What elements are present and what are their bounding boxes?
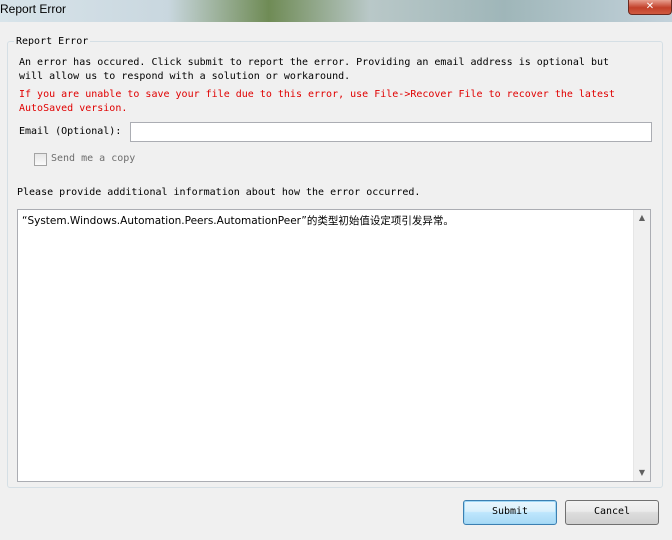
window-title: Report Error xyxy=(0,2,67,16)
recover-warning-text: If you are unable to save your file due … xyxy=(19,89,616,114)
submit-button[interactable]: Submit xyxy=(463,500,557,525)
group-legend: Report Error xyxy=(16,36,89,47)
additional-info-label: Please provide additional information ab… xyxy=(17,187,421,198)
email-field[interactable] xyxy=(130,122,652,142)
vertical-scrollbar[interactable]: ▲ ▼ xyxy=(633,210,650,481)
send-copy-checkbox[interactable] xyxy=(34,153,47,166)
cancel-button[interactable]: Cancel xyxy=(565,500,659,525)
error-details-text: “System.Windows.Automation.Peers.Automat… xyxy=(22,215,454,227)
close-icon: ✕ xyxy=(645,1,655,12)
send-copy-label[interactable]: Send me a copy xyxy=(51,153,135,164)
error-details-textarea[interactable]: “System.Windows.Automation.Peers.Automat… xyxy=(17,209,651,482)
scroll-up-icon[interactable]: ▲ xyxy=(634,210,650,226)
title-bar: Report Error ✕ xyxy=(0,0,672,22)
close-button[interactable]: ✕ xyxy=(628,0,672,15)
email-label: Email (Optional): xyxy=(19,126,122,137)
intro-text: An error has occured. Click submit to re… xyxy=(19,57,610,82)
scroll-down-icon[interactable]: ▼ xyxy=(634,465,650,481)
